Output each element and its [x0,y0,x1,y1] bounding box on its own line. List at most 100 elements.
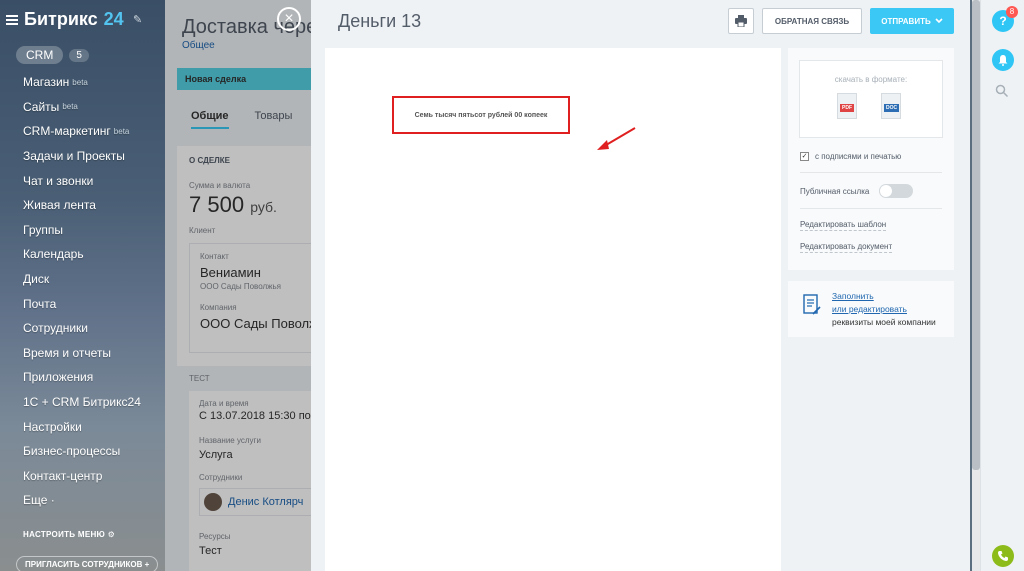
search-button[interactable] [995,84,1009,103]
sidebar-item-label: Задачи и Проекты [23,149,125,164]
sidebar-item-label: Живая лента [23,198,96,213]
phone-button[interactable] [992,545,1014,567]
sidebar-item-label: 1С + CRM Битрикс24 [23,395,141,410]
pdf-label: PDF [840,104,854,112]
signatures-label: с подписями и печатью [815,152,902,161]
sidebar-item[interactable]: Магазин beta [23,70,141,95]
sidebar-item-label: Бизнес-процессы [23,444,121,459]
sidebar-item[interactable]: Приложения [23,365,141,390]
close-icon: × [284,10,294,27]
edit-pencil-icon[interactable]: ✎ [133,13,142,26]
setup-menu-button[interactable]: НАСТРОИТЬ МЕНЮ ⚙ [23,530,115,539]
brand-name: Битрикс [24,9,98,29]
beta-badge: beta [113,126,130,136]
sidebar-item[interactable]: Задачи и Проекты [23,144,141,169]
edit-document-link[interactable]: Редактировать документ [800,242,893,253]
fill-link[interactable]: Заполнить [832,290,936,303]
sidebar-item-label: Сайты [23,99,60,114]
printer-icon [735,15,747,27]
scrollbar-thumb[interactable] [972,0,980,470]
send-button[interactable]: ОТПРАВИТЬ [870,8,954,34]
sidebar-item[interactable]: Календарь [23,242,141,267]
bell-icon [998,55,1008,66]
brand-number: 24 [103,9,124,29]
sidebar-item[interactable]: Группы [23,218,141,243]
sidebar-item[interactable]: Настройки [23,414,141,439]
sidebar-item[interactable]: Диск [23,267,141,292]
requisites-label: реквизиты моей компании [832,317,936,327]
arrow-annotation-icon [597,127,636,150]
download-box: скачать в формате: PDF DOC [799,60,943,138]
slider-scrollbar[interactable] [972,0,980,571]
pdf-download-icon[interactable]: PDF [837,93,857,119]
notifications-button[interactable] [992,49,1014,71]
sidebar-item-label: CRM-маркетинг [23,124,111,139]
sidebar-item[interactable]: Время и отчеты [23,341,141,366]
public-link-label: Публичная ссылка [800,186,870,196]
invite-label: ПРИГЛАСИТЬ СОТРУДНИКОВ [25,560,143,569]
sidebar-item[interactable]: Бизнес-процессы [23,439,141,464]
sidebar-item[interactable]: Еще · [23,488,141,513]
sidebar-item[interactable]: 1С + CRM Битрикс24 [23,390,141,415]
phone-icon [998,551,1008,561]
signatures-checkbox[interactable]: ✓ [800,152,809,161]
document-preview: Семь тысяч пятьсот рублей 00 копеек [325,48,781,571]
sidebar-item[interactable]: Почта [23,291,141,316]
sidebar-item-label: Группы [23,222,63,237]
doc-label: DOC [884,104,900,112]
sidebar-item-label: Настройки [23,419,82,434]
left-sidebar: Битрикс 24 ✎ CRM 5 Магазин beta Сайты beta C… [0,0,165,571]
help-icon: ? [999,14,1007,28]
print-button[interactable] [728,8,754,34]
crm-counter: 5 [69,48,89,62]
sidebar-item-label: Диск [23,272,50,287]
document-title: Деньги 13 [338,11,422,31]
sidebar-item[interactable]: CRM-маркетинг beta [23,119,141,144]
close-slider-button[interactable]: × [277,7,301,31]
edit-template-link[interactable]: Редактировать шаблон [800,220,887,231]
send-label: ОТПРАВИТЬ [881,16,931,26]
sidebar-item-label: Почта [23,296,57,311]
doc-download-icon[interactable]: DOC [881,93,901,119]
help-badge: 8 [1006,6,1018,18]
beta-badge: beta [72,77,88,87]
invite-employees-button[interactable]: ПРИГЛАСИТЬ СОТРУДНИКОВ + [16,556,159,571]
sidebar-item-label: Сотрудники [23,321,88,336]
document-edit-icon [803,294,821,315]
feedback-label: ОБРАТНАЯ СВЯЗЬ [774,16,850,26]
company-requisites-panel: Заполнить или редактировать реквизиты мо… [788,281,954,337]
document-options-panel: скачать в формате: PDF DOC ✓ с подписями… [788,48,954,270]
feedback-button[interactable]: ОБРАТНАЯ СВЯЗЬ [762,8,862,34]
sidebar-item-label: Контакт-центр [23,468,103,483]
beta-badge: beta [62,102,78,112]
sidebar-item-crm[interactable]: CRM 5 [16,46,89,64]
right-toolbar: ? 8 [980,0,1024,571]
sidebar-item-label: Чат и звонки [23,173,94,188]
sidebar-menu: Магазин beta Сайты beta CRM-маркетинг beta Зад… [23,70,141,513]
sidebar-item[interactable]: Контакт-центр [23,464,141,489]
public-link-row: Публичная ссылка [800,184,914,198]
public-link-toggle[interactable] [879,184,914,198]
sidebar-item[interactable]: Сайты beta [23,95,141,120]
search-icon [995,84,1009,98]
sidebar-item[interactable]: Чат и звонки [23,168,141,193]
sidebar-item-label: Время и отчеты [23,345,112,360]
divider [800,208,942,209]
slider-overlay[interactable] [165,0,311,571]
document-slider: Деньги 13 ОБРАТНАЯ СВЯЗЬ ОТПРАВИТЬ Семь … [311,0,970,571]
requisites-text: Заполнить или редактировать реквизиты мо… [832,290,936,329]
edit-link[interactable]: или редактировать [832,303,936,316]
sidebar-item[interactable]: Живая лента [23,193,141,218]
sidebar-item-label: Приложения [23,370,94,385]
amount-in-words: Семь тысяч пятьсот рублей 00 копеек [414,111,548,119]
setup-menu-label: НАСТРОИТЬ МЕНЮ [23,530,106,539]
divider [800,172,942,173]
menu-icon[interactable] [6,14,18,25]
signatures-checkbox-row[interactable]: ✓ с подписями и печатью [800,152,901,161]
sidebar-item-label: Календарь [23,247,84,262]
download-label: скачать в формате: [834,75,908,84]
sidebar-item-label: Магазин [23,75,70,90]
brand-logo[interactable]: Битрикс 24 [6,9,124,30]
sidebar-item[interactable]: Сотрудники [23,316,141,341]
sidebar-item-label: Еще · [23,493,55,508]
